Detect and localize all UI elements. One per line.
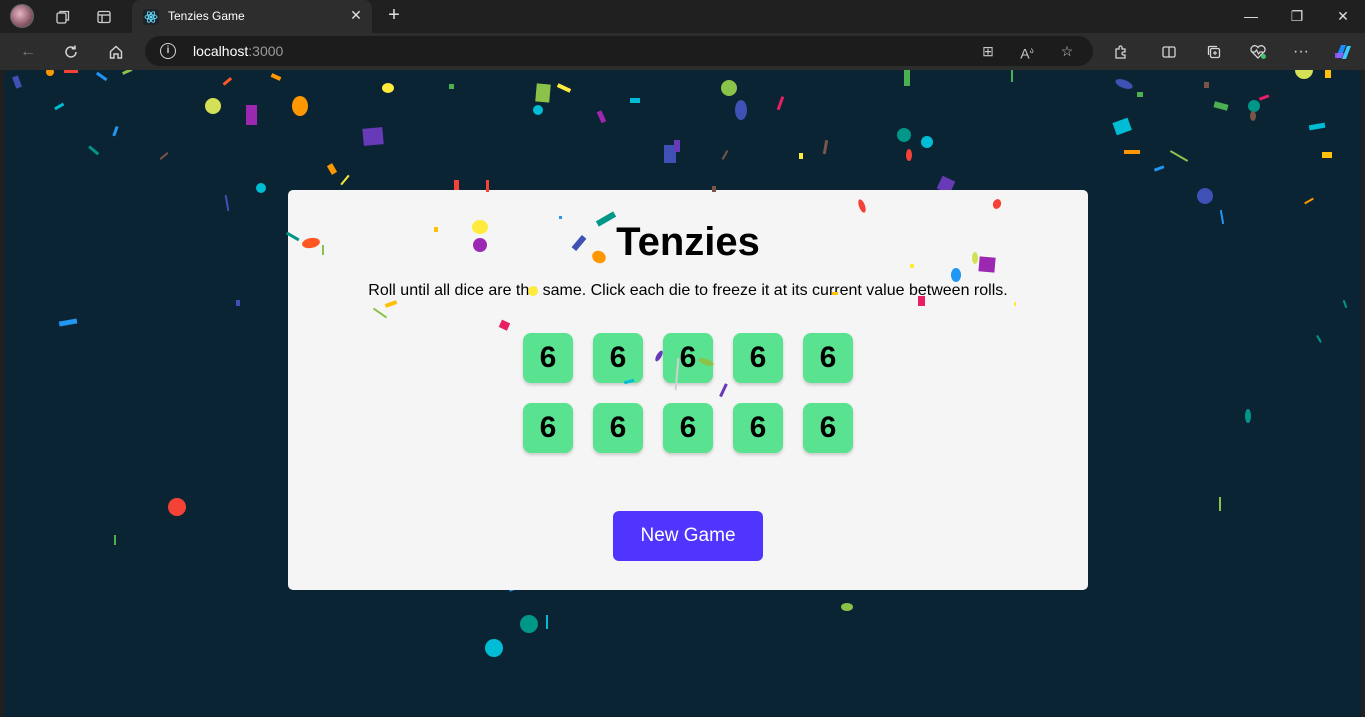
vertical-tabs-icon[interactable] — [92, 5, 116, 29]
die[interactable]: 6 — [733, 403, 783, 453]
home-icon[interactable] — [103, 39, 129, 65]
active-tab[interactable]: Tenzies Game ✕ — [132, 0, 372, 33]
dice-grid: 6 6 6 6 6 6 6 6 6 6 — [523, 333, 853, 453]
die[interactable]: 6 — [803, 403, 853, 453]
die[interactable]: 6 — [663, 333, 713, 383]
browser-toolbar: ← i localhost:3000 ⊞ Aა ☆ ··· — [0, 33, 1365, 70]
restore-icon[interactable]: ❐ — [1274, 0, 1320, 33]
die[interactable]: 6 — [803, 333, 853, 383]
game-title: Tenzies — [616, 220, 760, 264]
more-options-icon[interactable]: ··· — [1288, 39, 1314, 65]
close-tab-icon[interactable]: ✕ — [348, 7, 364, 23]
die[interactable]: 6 — [733, 333, 783, 383]
game-card: Tenzies Roll until all dice are the same… — [288, 190, 1088, 590]
read-aloud-icon[interactable]: Aა — [1017, 41, 1037, 62]
die[interactable]: 6 — [523, 333, 573, 383]
copilot-icon[interactable] — [1330, 39, 1356, 65]
back-icon[interactable]: ← — [15, 39, 41, 65]
die[interactable]: 6 — [593, 403, 643, 453]
tab-title: Tenzies Game — [168, 9, 245, 23]
die[interactable]: 6 — [593, 333, 643, 383]
page-viewport: Tenzies Roll until all dice are the same… — [4, 70, 1361, 717]
browser-essentials-icon[interactable] — [1245, 39, 1271, 65]
favorite-star-icon[interactable]: ☆ — [1057, 41, 1077, 61]
address-bar[interactable]: i localhost:3000 ⊞ Aა ☆ — [145, 36, 1093, 66]
extensions-icon[interactable] — [1108, 39, 1134, 65]
split-screen-icon[interactable] — [1156, 39, 1182, 65]
profile-avatar[interactable] — [10, 4, 34, 28]
game-instructions: Roll until all dice are the same. Click … — [368, 282, 1008, 299]
new-tab-button[interactable]: + — [382, 4, 406, 28]
die[interactable]: 6 — [523, 403, 573, 453]
react-icon — [143, 9, 159, 25]
close-window-icon[interactable]: ✕ — [1320, 0, 1365, 33]
app-available-icon[interactable]: ⊞ — [978, 41, 998, 61]
workspaces-icon[interactable] — [51, 5, 75, 29]
minimize-icon[interactable]: — — [1228, 0, 1274, 33]
tab-strip: Tenzies Game ✕ + — ❐ ✕ — [0, 0, 1365, 33]
site-info-icon[interactable]: i — [160, 43, 176, 59]
die[interactable]: 6 — [663, 403, 713, 453]
refresh-icon[interactable] — [58, 39, 84, 65]
url-text: localhost:3000 — [193, 43, 284, 59]
collections-icon[interactable] — [1201, 39, 1227, 65]
new-game-button[interactable]: New Game — [613, 511, 763, 561]
